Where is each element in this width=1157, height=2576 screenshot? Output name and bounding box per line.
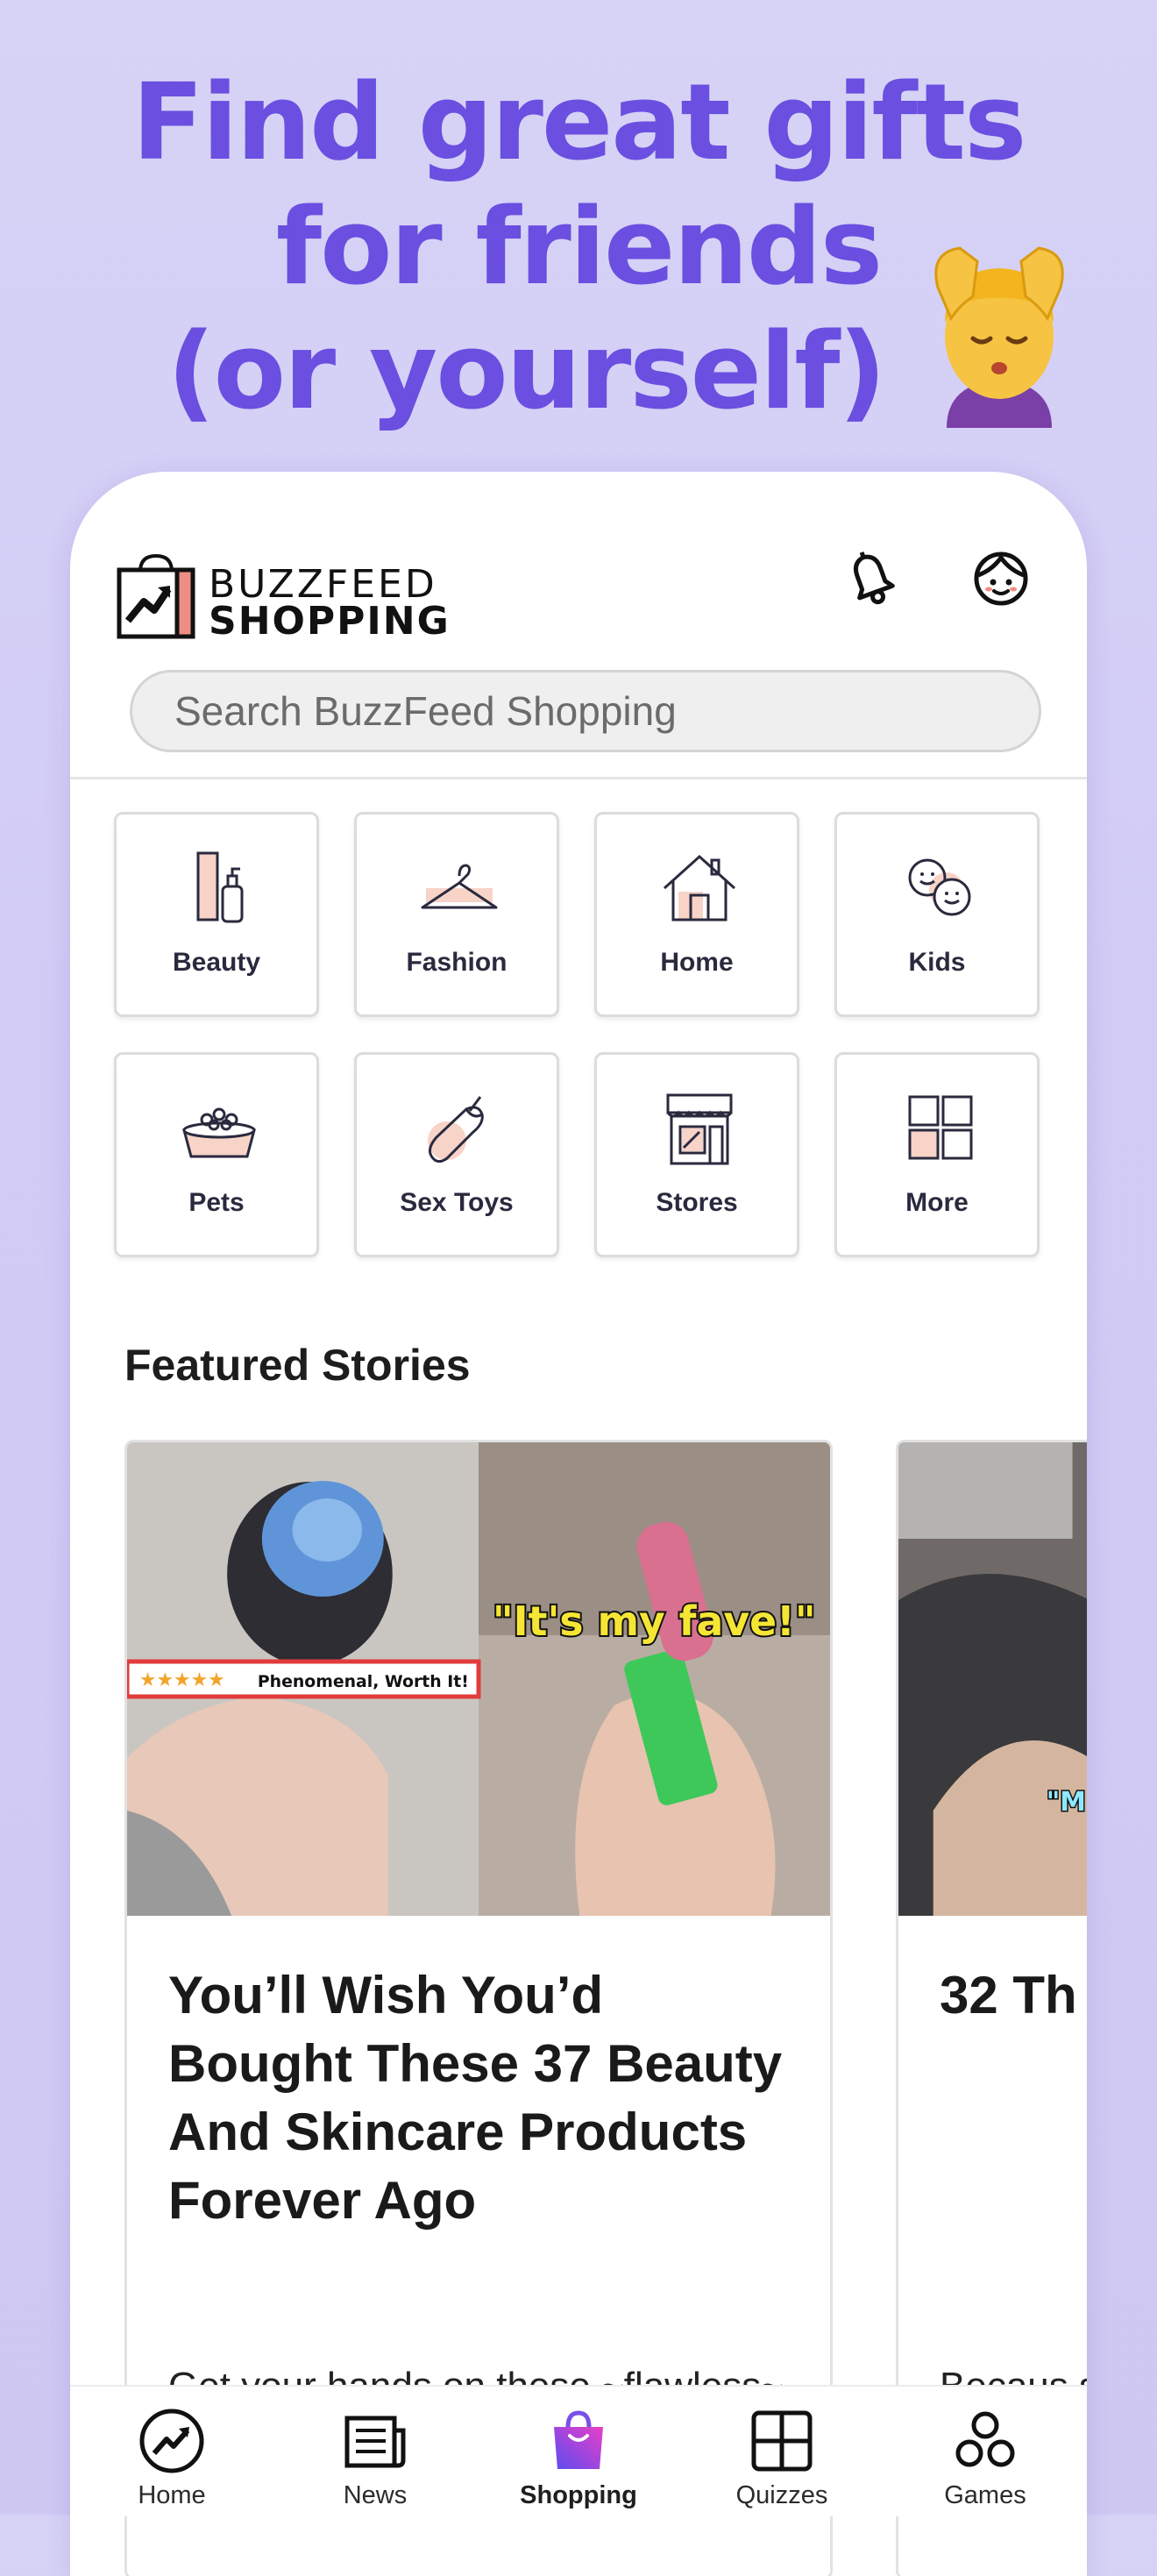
category-label: Kids bbox=[908, 948, 966, 977]
pet-bowl-icon bbox=[182, 1107, 256, 1158]
tab-label: Quizzes bbox=[735, 2481, 828, 2509]
bottom-tab-bar: Home News Shopping Quizzes Games bbox=[70, 2385, 1087, 2516]
category-label: Home bbox=[660, 948, 734, 977]
story-title[interactable]: You’ll Wish You’d Bought These 37 Beauty… bbox=[168, 1961, 799, 2235]
story-image[interactable]: "M mil bbox=[898, 1442, 1087, 1916]
shopping-bag-icon bbox=[554, 2410, 603, 2469]
hanger-icon bbox=[421, 864, 498, 909]
newspaper-icon bbox=[344, 2416, 406, 2468]
grid-icon bbox=[908, 1095, 973, 1160]
tab-label: News bbox=[343, 2481, 408, 2509]
beauty-products-icon bbox=[196, 851, 244, 923]
quiz-grid-icon bbox=[751, 2410, 813, 2472]
category-label: Beauty bbox=[172, 948, 261, 977]
category-more[interactable]: More bbox=[834, 1052, 1040, 1257]
category-kids[interactable]: Kids bbox=[834, 812, 1040, 1017]
search-placeholder: Search BuzzFeed Shopping bbox=[174, 688, 677, 734]
header-divider bbox=[70, 777, 1087, 779]
profile-face-icon[interactable] bbox=[966, 544, 1036, 614]
category-stores[interactable]: Stores bbox=[594, 1052, 799, 1257]
house-icon bbox=[663, 854, 736, 922]
storefront-icon bbox=[666, 1093, 733, 1165]
logo-line-shopping: SHOPPING bbox=[209, 599, 451, 644]
rating-overlay-text: Phenomenal, Worth It! bbox=[258, 1672, 469, 1691]
tab-label: Home bbox=[138, 2481, 206, 2509]
category-label: More bbox=[905, 1188, 969, 1217]
tab-home[interactable]: Home bbox=[70, 2387, 273, 2516]
category-fashion[interactable]: Fashion bbox=[354, 812, 559, 1017]
category-label: Fashion bbox=[406, 948, 508, 977]
svg-text:★★★★★: ★★★★★ bbox=[139, 1669, 225, 1691]
quote-overlay-text: "It's my fave!" bbox=[493, 1598, 816, 1645]
logo-line-buzzfeed: BUZZFEED bbox=[209, 562, 437, 607]
massage-emoji-icon bbox=[934, 246, 1064, 428]
category-pets[interactable]: Pets bbox=[114, 1052, 319, 1257]
trending-icon bbox=[139, 2409, 204, 2473]
category-label: Sex Toys bbox=[400, 1188, 514, 1217]
category-label: Pets bbox=[188, 1188, 245, 1217]
category-grid: Beauty Fashion Home Kids Pets Sex Toys S… bbox=[114, 812, 1043, 1259]
tab-label: Shopping bbox=[520, 2481, 637, 2509]
category-sex-toys[interactable]: Sex Toys bbox=[354, 1052, 559, 1257]
phone-screen: BUZZFEED SHOPPING Search BuzzFeed Shoppi… bbox=[70, 472, 1087, 2576]
tab-label: Games bbox=[944, 2481, 1026, 2509]
games-icon bbox=[955, 2411, 1015, 2467]
tab-quizzes[interactable]: Quizzes bbox=[680, 2387, 884, 2516]
category-beauty[interactable]: Beauty bbox=[114, 812, 319, 1017]
bell-icon[interactable] bbox=[836, 544, 906, 614]
category-home[interactable]: Home bbox=[594, 812, 799, 1017]
eggplant-icon bbox=[428, 1096, 484, 1163]
story-image[interactable]: ★★★★★ Phenomenal, Worth It! "It's my fav… bbox=[127, 1442, 830, 1916]
kids-faces-icon bbox=[908, 858, 971, 916]
tab-shopping[interactable]: Shopping bbox=[477, 2387, 680, 2516]
logo-wordmark[interactable]: BUZZFEED SHOPPING bbox=[209, 562, 451, 644]
category-label: Stores bbox=[656, 1188, 738, 1217]
tab-news[interactable]: News bbox=[273, 2387, 477, 2516]
shopping-bag-logo-icon bbox=[117, 553, 195, 639]
quote-overlay-text: "M mil bbox=[1047, 1787, 1087, 1818]
tab-games[interactable]: Games bbox=[884, 2387, 1087, 2516]
headline-line-1: Find great gifts bbox=[131, 62, 1027, 184]
search-input[interactable]: Search BuzzFeed Shopping bbox=[130, 670, 1041, 752]
app-header: BUZZFEED SHOPPING Search BuzzFeed Shoppi… bbox=[70, 472, 1087, 779]
story-title[interactable]: 32 Th If You Walki Next bbox=[940, 1961, 1087, 2030]
featured-stories-title: Featured Stories bbox=[124, 1341, 471, 1390]
